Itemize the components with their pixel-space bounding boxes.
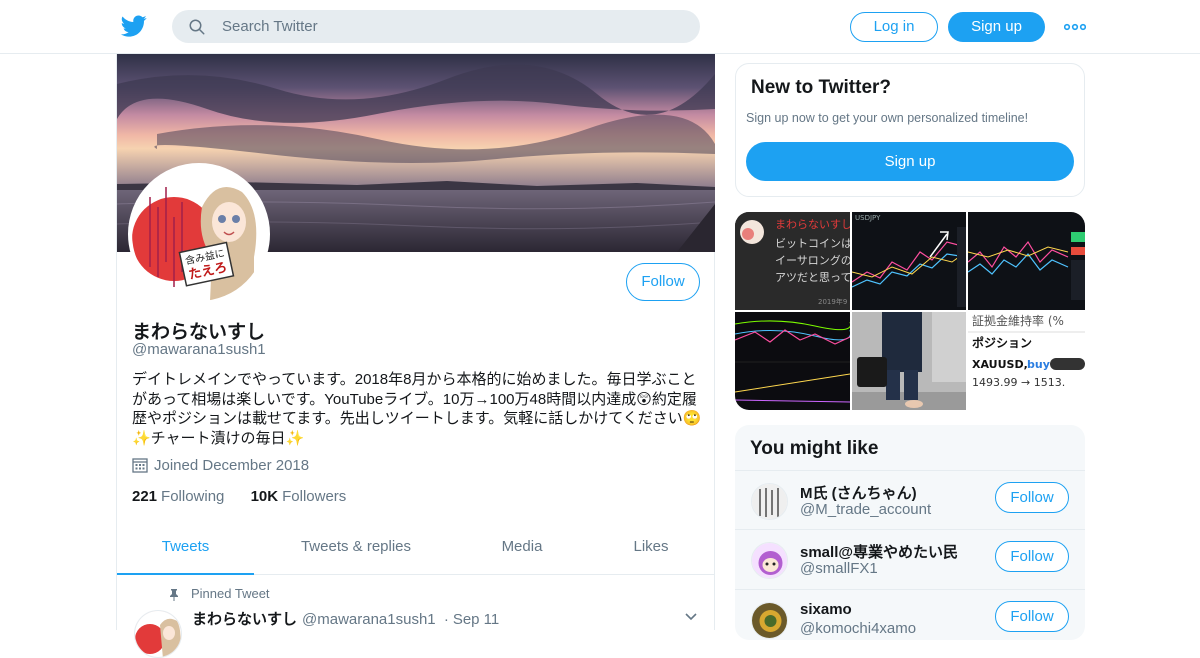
- suggested-user-avatar[interactable]: [751, 602, 788, 639]
- following-label: Following: [161, 488, 225, 505]
- calendar-icon: [132, 458, 148, 473]
- tweet-avatar-image: [135, 611, 181, 657]
- search-bar[interactable]: [172, 10, 700, 43]
- media-tile-5-photo: [852, 312, 966, 410]
- suggested-user-handle: @M_trade_account: [800, 501, 932, 518]
- pinned-label: Pinned Tweet: [191, 586, 270, 601]
- profile-avatar[interactable]: 含み益に たえろ: [128, 163, 270, 305]
- new-to-twitter-title: New to Twitter?: [751, 77, 892, 98]
- suggested-user-name: M氏 (さんちゃん): [800, 485, 917, 502]
- tweet-header: まわらないすし @mawarana1sush1 · Sep 11: [192, 608, 499, 629]
- followers-count: 10K: [250, 488, 279, 505]
- suggested-user-handle: @komochi4xamo: [800, 620, 917, 637]
- following-stat[interactable]: 221 Following: [132, 488, 224, 505]
- avatar-illustration: 含み益に たえろ: [132, 167, 266, 301]
- media-tile-1-image: まわらないすし ビットコインは イーサロングの アツだと思って 2019年9: [735, 212, 850, 310]
- media-tile-2[interactable]: USDJPY: [852, 212, 966, 310]
- suggested-user-avatar-image: [752, 484, 787, 519]
- tweet-separator: ·: [443, 611, 449, 628]
- more-dots-icon[interactable]: [1064, 16, 1086, 38]
- tweet-date[interactable]: Sep 11: [453, 611, 499, 628]
- media-tile-2-chart-image: USDJPY: [852, 212, 966, 310]
- follow-button[interactable]: Follow: [626, 263, 700, 301]
- follow-button[interactable]: Follow: [995, 601, 1069, 632]
- media-tile-4[interactable]: [735, 312, 850, 410]
- you-might-like-title: You might like: [750, 438, 879, 459]
- suggested-user-avatar[interactable]: [751, 542, 788, 579]
- suggested-user-avatar-image: [752, 603, 787, 638]
- media-tile-1-line-1: まわらないすし: [775, 218, 850, 231]
- media-tile-1-date: 2019年9: [818, 297, 847, 306]
- new-to-twitter-card: New to Twitter? Sign up now to get your …: [735, 63, 1085, 197]
- media-tile-4-chart-image: [735, 312, 850, 410]
- profile-handle[interactable]: @mawarana1sush1: [132, 341, 266, 358]
- signup-button[interactable]: Sign up: [948, 12, 1045, 42]
- you-might-like-card: You might like M氏 (さんちゃん) @M_trade_accou…: [735, 425, 1085, 640]
- tweet-author-handle[interactable]: @mawarana1sush1: [302, 611, 436, 628]
- media-tile-5[interactable]: [852, 312, 966, 410]
- suggested-user[interactable]: sixamo @komochi4xamo Follow: [735, 589, 1085, 640]
- media-tile-6-line-3: XAUUSD,: [972, 358, 1028, 371]
- login-button[interactable]: Log in: [850, 12, 938, 42]
- profile-bio: デイトレメインでやっています。2018年8月から本格的に始めました。毎日学ぶこと…: [132, 371, 702, 447]
- suggested-user-avatar[interactable]: [751, 483, 788, 520]
- search-input[interactable]: [222, 10, 682, 43]
- media-tile-1[interactable]: まわらないすし ビットコインは イーサロングの アツだと思って 2019年9: [735, 212, 850, 310]
- joined-date: Joined December 2018: [132, 457, 309, 474]
- media-tile-6-line-1: 証拠金維持率 (%: [972, 313, 1064, 328]
- twitter-bird-icon[interactable]: [120, 13, 148, 39]
- profile-stats: 221 Following 10K Followers: [132, 488, 368, 505]
- tab-media[interactable]: Media: [477, 524, 567, 575]
- search-icon: [189, 19, 205, 35]
- media-tile-3[interactable]: [968, 212, 1085, 310]
- media-tile-3-chart-image: [968, 212, 1085, 310]
- tweet-avatar[interactable]: [134, 610, 182, 658]
- top-bar: Log in Sign up: [0, 0, 1200, 54]
- media-tile-1-line-2: ビットコインは: [775, 237, 850, 250]
- followers-stat[interactable]: 10K Followers: [251, 488, 347, 505]
- joined-text: Joined December 2018: [154, 457, 310, 474]
- media-tile-1-line-3: イーサロングの: [775, 253, 850, 267]
- signup-card-button[interactable]: Sign up: [746, 142, 1074, 181]
- media-tile-6-buy: buy: [1027, 358, 1050, 371]
- media-tile-2-label: USDJPY: [855, 214, 881, 222]
- pin-icon: [170, 589, 178, 601]
- media-tile-1-line-4: アツだと思って: [775, 271, 850, 284]
- profile-tabs: Tweets Tweets & replies Media Likes: [117, 524, 715, 575]
- tab-tweets-replies[interactable]: Tweets & replies: [287, 524, 425, 575]
- media-tile-6-line-2: ポジション: [972, 335, 1032, 350]
- profile-column: 含み益に たえろ Follow まわらないすし @mawarana1sush1 …: [116, 54, 715, 658]
- suggested-user[interactable]: M氏 (さんちゃん) @M_trade_account Follow: [735, 470, 1085, 530]
- following-count: 221: [132, 488, 158, 505]
- chevron-down-icon[interactable]: [684, 610, 698, 624]
- suggested-user-avatar-image: [752, 543, 787, 578]
- profile-name: まわらないすし: [132, 322, 266, 343]
- suggested-user-name: small@専業やめたい民: [800, 544, 958, 561]
- media-grid: まわらないすし ビットコインは イーサロングの アツだと思って 2019年9 U…: [735, 212, 1085, 410]
- media-tile-6[interactable]: 証拠金維持率 (% ポジション XAUUSD, buy 1493.99 → 15…: [968, 312, 1085, 410]
- tweet-author-name[interactable]: まわらないすし: [192, 611, 297, 628]
- follow-button[interactable]: Follow: [995, 482, 1069, 513]
- suggested-user-handle: @smallFX1: [800, 560, 878, 577]
- follow-button[interactable]: Follow: [995, 541, 1069, 572]
- media-tile-6-screenshot: 証拠金維持率 (% ポジション XAUUSD, buy 1493.99 → 15…: [968, 312, 1085, 410]
- tab-tweets[interactable]: Tweets: [117, 524, 254, 575]
- new-to-twitter-subtitle: Sign up now to get your own personalized…: [746, 111, 1029, 125]
- media-tile-6-line-4: 1493.99 → 1513.: [972, 376, 1065, 389]
- tab-likes[interactable]: Likes: [607, 524, 695, 575]
- suggested-user-name: sixamo: [800, 601, 852, 618]
- suggested-user[interactable]: small@専業やめたい民 @smallFX1 Follow: [735, 529, 1085, 589]
- followers-label: Followers: [282, 488, 347, 505]
